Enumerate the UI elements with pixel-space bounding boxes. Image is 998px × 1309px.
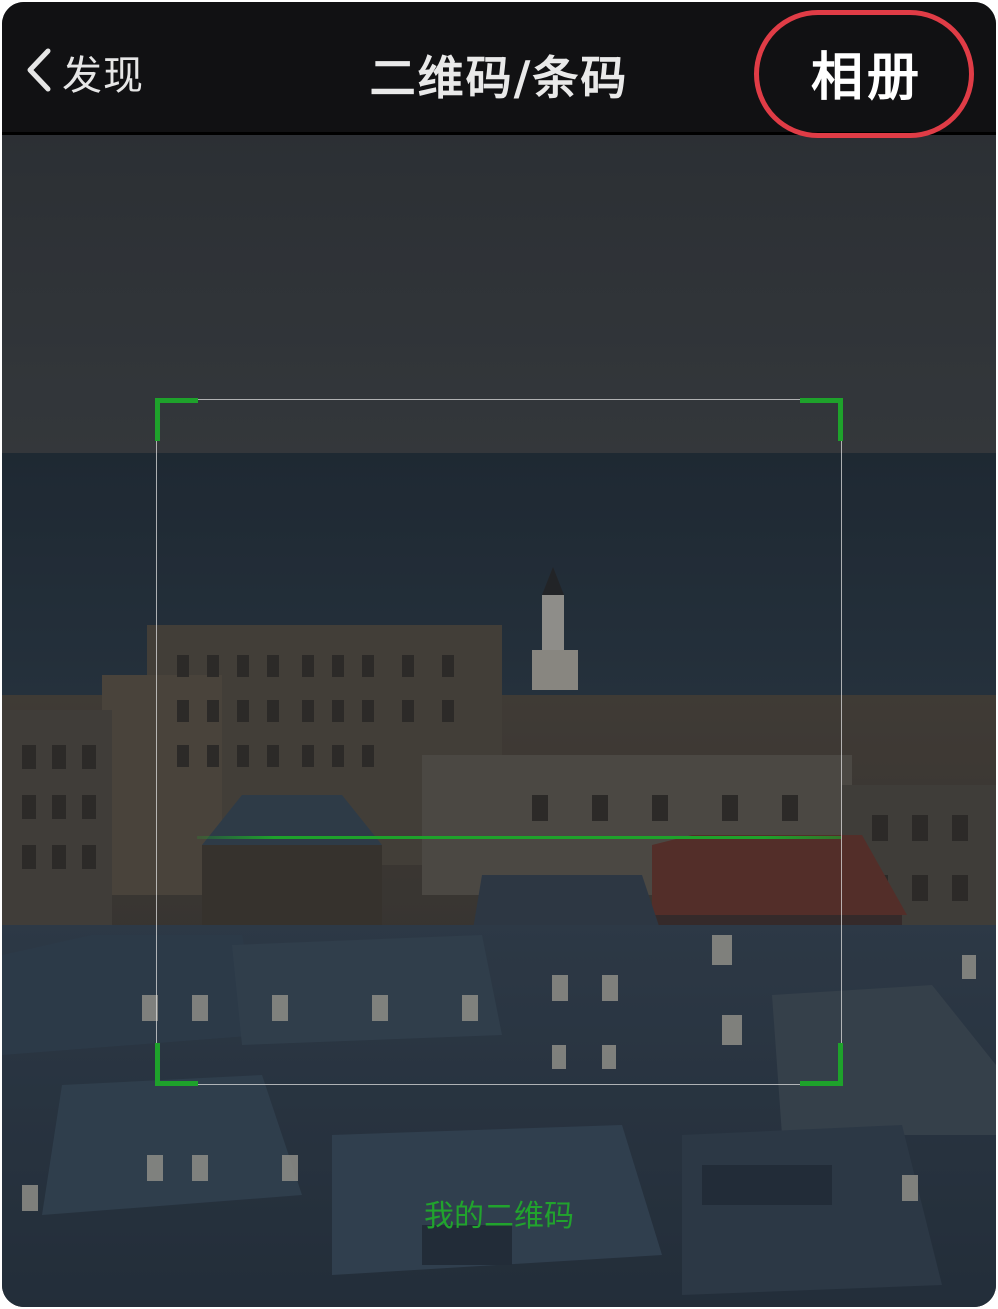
scan-corner-bottom-left — [155, 1043, 198, 1086]
highlight-ring — [754, 10, 974, 138]
scan-line — [197, 836, 841, 839]
scan-corner-top-left — [155, 398, 198, 441]
scan-corner-top-right — [800, 398, 843, 441]
scan-corner-bottom-right — [800, 1043, 843, 1086]
scan-frame — [155, 398, 843, 1086]
my-qr-code-link[interactable]: 我的二维码 — [2, 1191, 996, 1235]
phone-screen: 发现 二维码/条码 相册 我的二维码 — [2, 2, 996, 1307]
camera-preview: 我的二维码 — [2, 135, 996, 1307]
